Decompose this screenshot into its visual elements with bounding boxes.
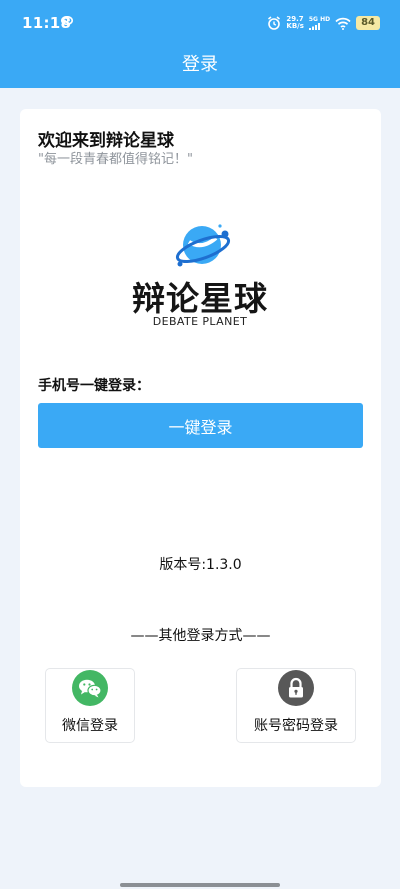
account-password-login-button[interactable]: 账号密码登录	[236, 668, 356, 743]
wechat-icon	[72, 670, 108, 706]
network-speed: 29.7 KB/s	[286, 16, 303, 30]
wechat-login-button[interactable]: 微信登录	[45, 668, 135, 743]
wifi-icon	[335, 17, 351, 30]
page-title: 登录	[182, 54, 218, 75]
carrier-icon	[61, 16, 73, 25]
app-logo: 辩论星球 DEBATE PLANET	[125, 220, 275, 330]
logo-subtitle: DEBATE PLANET	[152, 315, 248, 328]
one-click-login-button[interactable]: 一键登录	[38, 403, 363, 448]
signal-icon	[308, 23, 320, 30]
wechat-login-label: 微信登录	[62, 718, 118, 734]
login-card: 欢迎来到辩论星球 "每一段青春都值得铭记！" 辩论星球 DEBATE PLANE…	[20, 109, 381, 787]
home-indicator[interactable]	[120, 883, 280, 887]
logo-name: 辩论星球	[132, 279, 268, 318]
alarm-icon	[268, 16, 281, 30]
status-bar: 11:18 29.7 KB/s 5G HD 84	[0, 0, 400, 48]
network-type-label: 5G HD	[308, 16, 331, 23]
slogan-text: "每一段青春都值得铭记！"	[38, 152, 193, 167]
app-header: 11:18 29.7 KB/s 5G HD 84 登录	[0, 0, 400, 88]
other-login-title: ——其他登录方式——	[130, 628, 271, 644]
quick-login-label: 手机号一键登录：	[38, 378, 150, 394]
network-speed-unit: KB/s	[286, 22, 304, 30]
battery-indicator: 84	[356, 16, 380, 30]
network-type: 5G HD	[308, 16, 331, 30]
lock-icon	[278, 670, 314, 706]
status-indicators: 29.7 KB/s 5G HD 84	[267, 14, 380, 32]
version-text: 版本号:1.3.0	[159, 557, 242, 573]
account-password-login-label: 账号密码登录	[254, 718, 338, 734]
planet-logo-icon	[175, 224, 231, 267]
